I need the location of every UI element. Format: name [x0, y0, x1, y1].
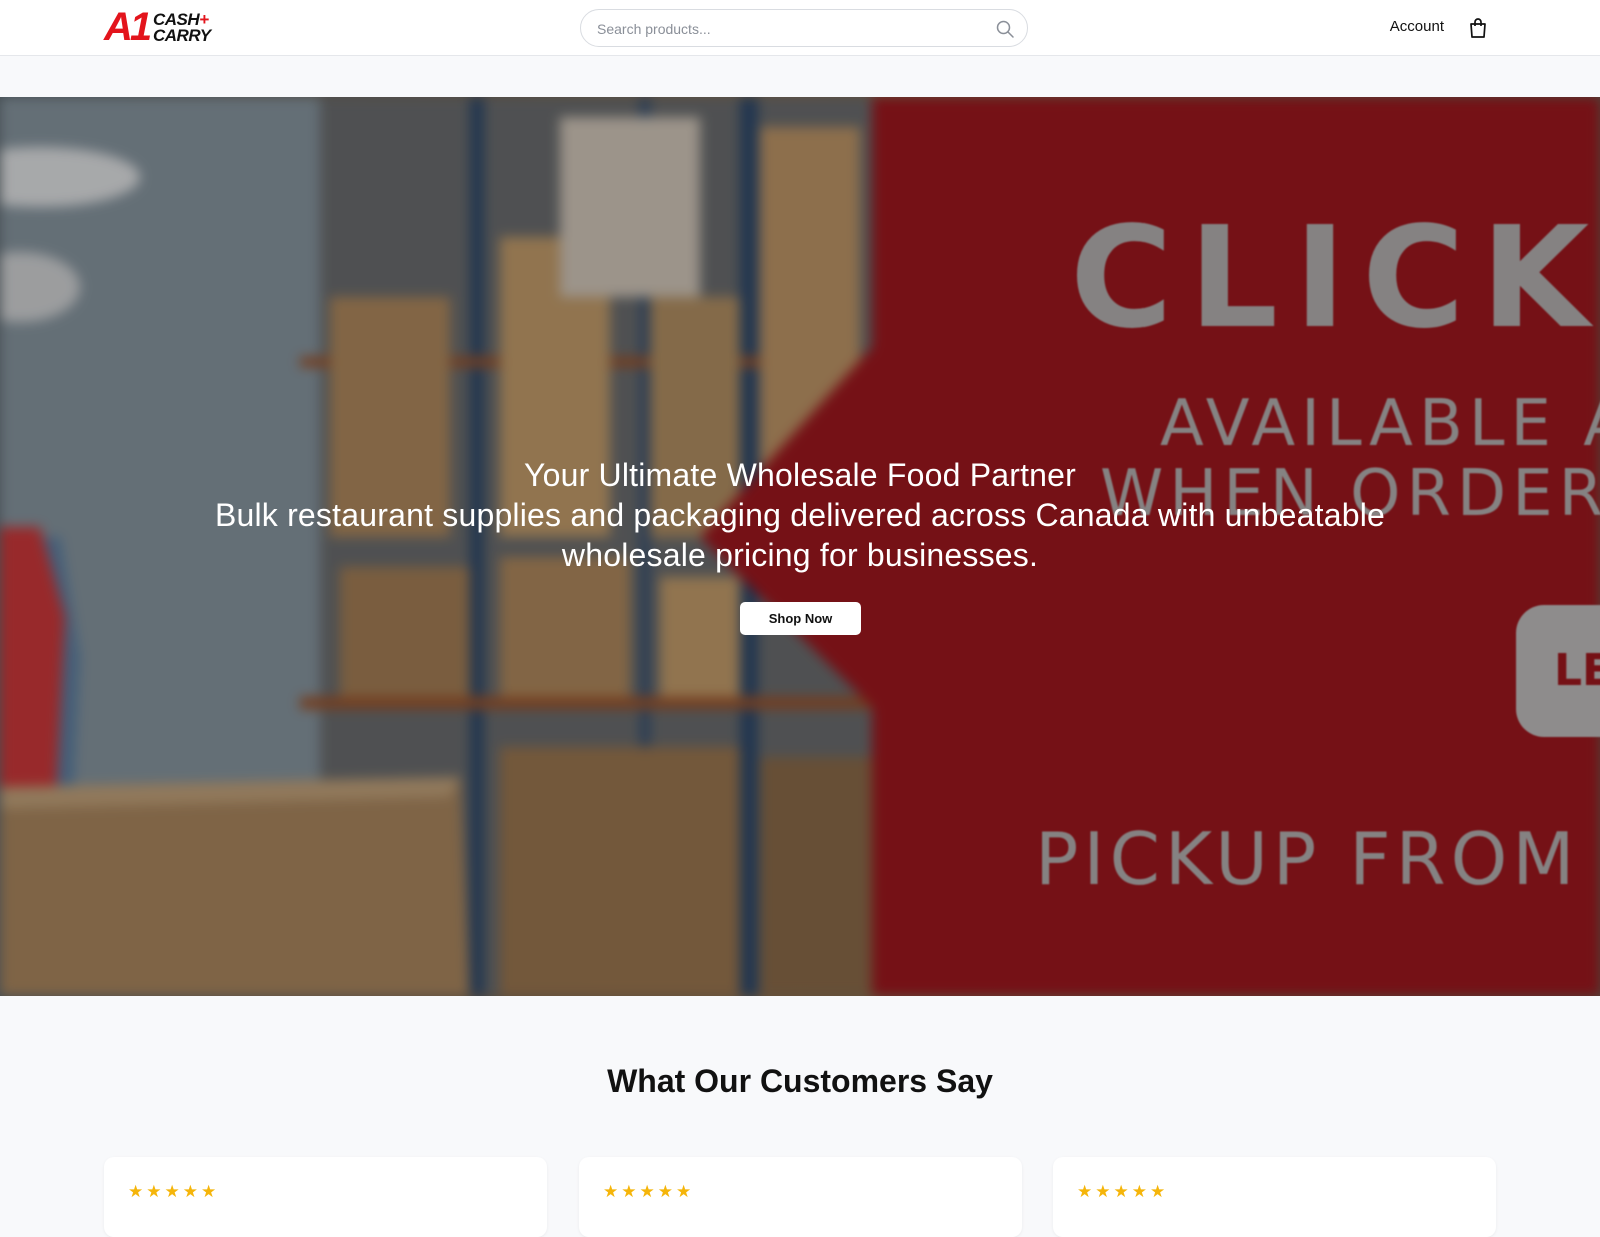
hero-subtitle: Bulk restaurant supplies and packaging d…: [214, 497, 1386, 573]
search-icon[interactable]: [995, 19, 1015, 39]
hero-banner: CLICK & AVAILABLE AS WHEN ORDER IS LE PI…: [0, 97, 1600, 996]
shop-now-button[interactable]: Shop Now: [740, 602, 861, 635]
search-bar: [580, 9, 1028, 47]
shopping-bag-icon[interactable]: [1468, 17, 1488, 39]
site-header: A1 CASH+ CARRY Account: [0, 0, 1600, 56]
hero-copy: Your Ultimate Wholesale Food Partner Bul…: [0, 455, 1600, 575]
logo-mark: A1: [104, 5, 152, 49]
star-rating: ★★★★★: [128, 1182, 220, 1202]
hero-title: Your Ultimate Wholesale Food Partner: [523, 457, 1077, 493]
star-rating: ★★★★★: [603, 1182, 695, 1202]
review-card: ★★★★★: [579, 1157, 1022, 1237]
account-link[interactable]: Account: [1390, 18, 1444, 35]
logo-line-carry: CARRY: [153, 26, 211, 45]
brand-logo[interactable]: A1 CASH+ CARRY: [104, 7, 222, 47]
search-input[interactable]: [597, 17, 977, 41]
star-rating: ★★★★★: [1077, 1182, 1169, 1202]
testimonials-heading: What Our Customers Say: [607, 1063, 993, 1099]
review-card: ★★★★★: [104, 1157, 547, 1237]
review-card: ★★★★★: [1053, 1157, 1496, 1237]
